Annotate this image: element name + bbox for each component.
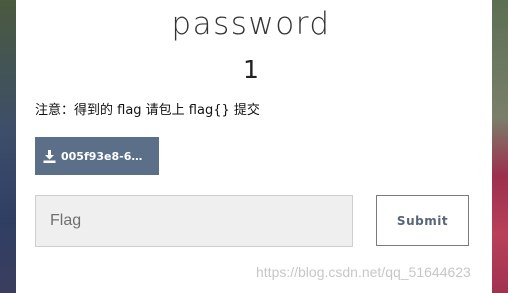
challenge-modal: password 1 注意：得到的 flag 请包上 flag{} 提交 005… <box>16 0 492 293</box>
background-right <box>492 0 508 293</box>
flag-input[interactable] <box>35 195 353 247</box>
download-file-button[interactable]: 005f93e8-6… <box>35 137 159 175</box>
challenge-points: 1 <box>243 55 259 84</box>
submit-button[interactable]: Submit <box>376 195 469 246</box>
challenge-notice: 注意：得到的 flag 请包上 flag{} 提交 <box>35 103 260 118</box>
watermark: https://blog.csdn.net/qq_51644623 <box>256 264 471 280</box>
background-left <box>0 0 16 293</box>
download-icon <box>43 149 56 163</box>
challenge-title: password <box>171 6 331 42</box>
download-file-label: 005f93e8-6… <box>61 149 143 163</box>
